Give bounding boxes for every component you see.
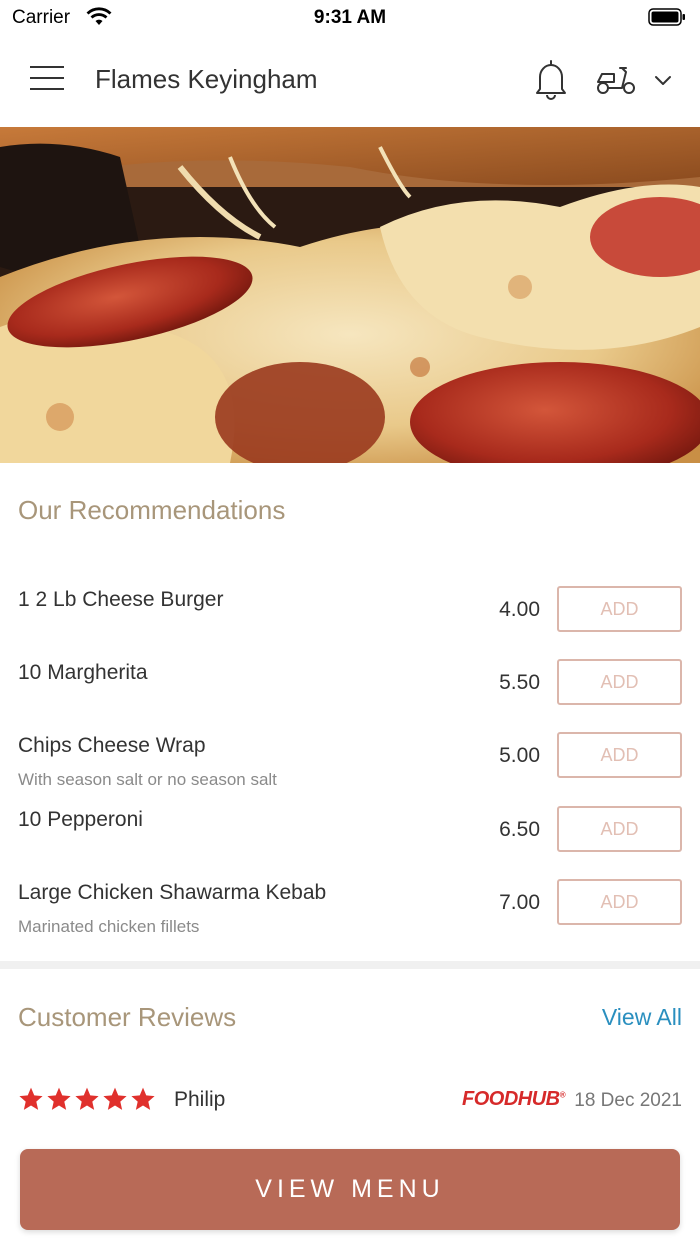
bell-icon[interactable] bbox=[532, 58, 570, 100]
app-header: Flames Keyingham bbox=[0, 34, 700, 127]
recommendation-item: Large Chicken Shawarma Kebab Marinated c… bbox=[0, 879, 700, 951]
review-item: Philip FOODHUB® 18 Dec 2021 bbox=[0, 1082, 700, 1122]
recommendation-item: 1 2 Lb Cheese Burger 4.00 ADD bbox=[0, 586, 700, 658]
hamburger-menu-icon[interactable] bbox=[30, 66, 64, 94]
add-button[interactable]: ADD bbox=[557, 586, 682, 632]
status-bar: Carrier 9:31 AM bbox=[0, 0, 700, 34]
recommendations-title: Our Recommendations bbox=[18, 495, 286, 525]
view-all-link[interactable]: View All bbox=[602, 1004, 682, 1031]
view-menu-button[interactable]: VIEW MENU bbox=[20, 1149, 680, 1230]
star-icon bbox=[103, 1087, 127, 1110]
item-name: 10 Margherita bbox=[18, 661, 148, 684]
add-button[interactable]: ADD bbox=[557, 732, 682, 778]
recommendation-item: Chips Cheese Wrap With season salt or no… bbox=[0, 732, 700, 804]
foodhub-logo: FOODHUB® bbox=[462, 1088, 566, 1110]
restaurant-name: Flames Keyingham bbox=[95, 64, 318, 94]
add-button[interactable]: ADD bbox=[557, 659, 682, 705]
item-price: 5.50 bbox=[499, 671, 540, 694]
recommendation-item: 10 Margherita 5.50 ADD bbox=[0, 659, 700, 731]
star-icon bbox=[47, 1087, 71, 1110]
scooter-icon[interactable] bbox=[594, 64, 638, 96]
reviewer-name: Philip bbox=[174, 1088, 226, 1111]
add-button[interactable]: ADD bbox=[557, 879, 682, 925]
star-icon bbox=[131, 1087, 155, 1110]
item-name: 10 Pepperoni bbox=[18, 808, 143, 831]
item-description: With season salt or no season salt bbox=[18, 770, 277, 789]
item-price: 6.50 bbox=[499, 818, 540, 841]
item-name: 1 2 Lb Cheese Burger bbox=[18, 588, 224, 611]
hero-pizza-image bbox=[0, 127, 700, 463]
chevron-down-icon[interactable] bbox=[652, 74, 674, 88]
reviews-title: Customer Reviews bbox=[18, 1002, 237, 1032]
star-icon bbox=[19, 1087, 43, 1110]
review-source: FOODHUB bbox=[462, 1088, 560, 1110]
item-description: Marinated chicken fillets bbox=[18, 917, 200, 936]
battery-icon bbox=[648, 8, 686, 31]
clock: 9:31 AM bbox=[313, 7, 387, 28]
recommendation-item: 10 Pepperoni 6.50 ADD bbox=[0, 806, 700, 878]
item-price: 7.00 bbox=[499, 891, 540, 914]
item-price: 5.00 bbox=[499, 744, 540, 767]
add-button[interactable]: ADD bbox=[557, 806, 682, 852]
review-date: 18 Dec 2021 bbox=[574, 1090, 682, 1111]
item-price: 4.00 bbox=[499, 598, 540, 621]
star-icon bbox=[75, 1087, 99, 1110]
item-name: Large Chicken Shawarma Kebab bbox=[18, 881, 327, 904]
section-divider bbox=[0, 961, 700, 969]
item-name: Chips Cheese Wrap bbox=[18, 734, 206, 757]
rating-stars bbox=[18, 1086, 156, 1112]
